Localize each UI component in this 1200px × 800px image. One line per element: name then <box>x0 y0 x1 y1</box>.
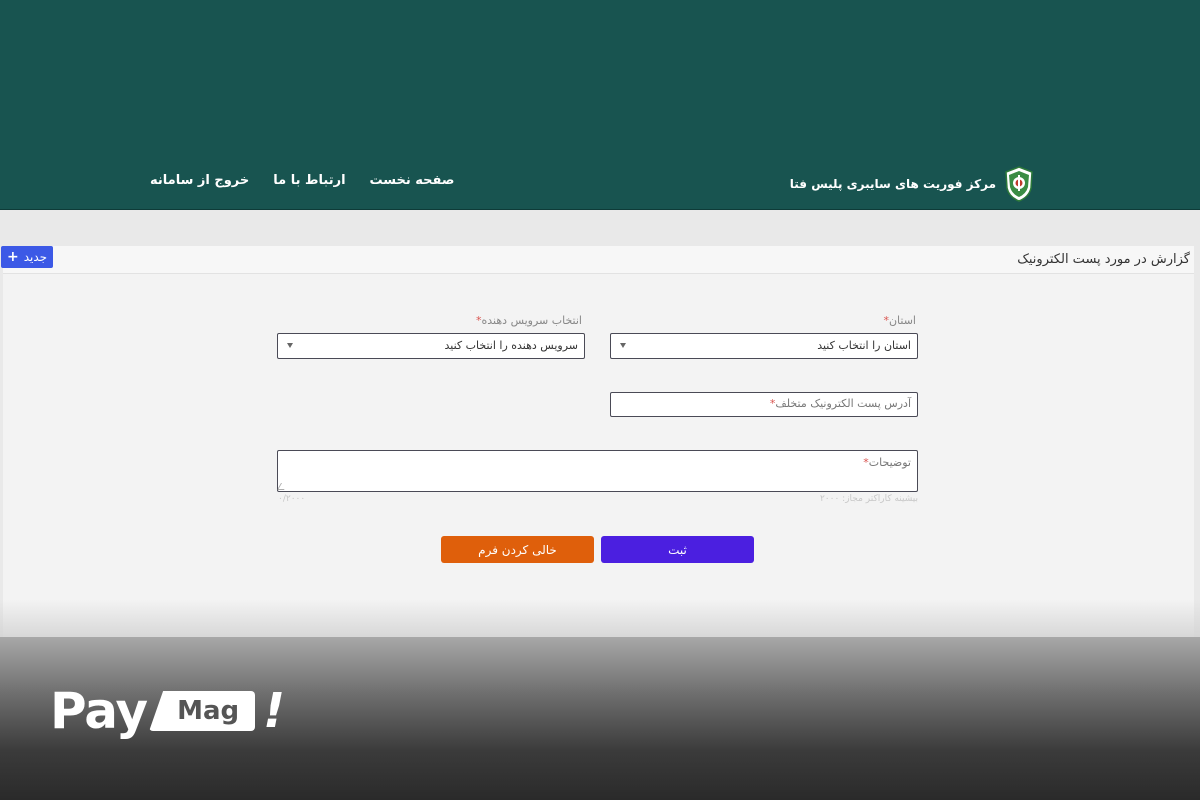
new-button-label: جدید <box>23 250 48 264</box>
paymag-logo: Pay Mag ! <box>50 686 285 736</box>
provider-select[interactable]: سرویس دهنده را انتخاب کنید <box>277 333 585 359</box>
panel-header: گزارش در مورد پست الکترونیک + جدید <box>1 246 1194 274</box>
logo-exclamation: ! <box>263 683 286 739</box>
province-select-value: استان را انتخاب کنید <box>817 339 911 352</box>
description-placeholder-text: توضیحات <box>868 456 911 469</box>
province-label-text: استان <box>888 314 916 327</box>
max-chars-hint: بیشینه کاراکتر مجاز: ۲۰۰۰ <box>819 494 918 504</box>
provider-label: انتخاب سرویس دهنده* <box>476 314 582 327</box>
email-placeholder-text: آدرس پست الکترونیک متخلف <box>775 397 911 410</box>
province-label: استان* <box>883 314 916 327</box>
nav-logout-link[interactable]: خروج از سامانه <box>150 173 249 188</box>
description-placeholder: توضیحات* <box>863 456 911 469</box>
logo-mag-text: Mag <box>177 696 240 726</box>
panel-title: گزارش در مورد پست الکترونیک <box>1017 252 1190 267</box>
nav-contact-link[interactable]: ارتباط با ما <box>273 173 345 188</box>
provider-label-text: انتخاب سرویس دهنده <box>481 314 582 327</box>
char-counter: ۰/۲۰۰۰ <box>278 494 306 504</box>
bottom-fade <box>0 600 1200 640</box>
clear-form-button[interactable]: خالی کردن فرم <box>441 536 594 563</box>
violator-email-input[interactable]: آدرس پست الکترونیک متخلف* <box>610 392 918 417</box>
police-emblem-icon <box>1005 166 1033 202</box>
province-select[interactable]: استان را انتخاب کنید <box>610 333 918 359</box>
logo-pay-text: Pay <box>50 682 148 740</box>
report-panel: گزارش در مورد پست الکترونیک + جدید استان… <box>1 246 1194 638</box>
resize-handle-icon[interactable] <box>276 483 289 490</box>
chevron-down-icon <box>620 343 626 348</box>
top-nav: صفحه نخست ارتباط با ما خروج از سامانه <box>150 173 454 188</box>
submit-button[interactable]: ثبت <box>601 536 754 563</box>
brand-title: مرکز فوریت های سایبری پلیس فتا <box>789 177 996 191</box>
violator-email-placeholder: آدرس پست الکترونیک متخلف* <box>770 397 911 410</box>
new-report-button[interactable]: + جدید <box>1 246 53 268</box>
site-header: صفحه نخست ارتباط با ما خروج از سامانه مر… <box>0 0 1200 210</box>
provider-select-value: سرویس دهنده را انتخاب کنید <box>444 339 579 352</box>
logo-mag-box: Mag <box>149 691 256 731</box>
chevron-down-icon <box>287 343 293 348</box>
nav-home-link[interactable]: صفحه نخست <box>370 173 455 188</box>
plus-icon: + <box>6 249 19 265</box>
brand[interactable]: مرکز فوریت های سایبری پلیس فتا <box>790 166 1034 202</box>
description-textarea[interactable]: توضیحات* <box>276 450 918 492</box>
